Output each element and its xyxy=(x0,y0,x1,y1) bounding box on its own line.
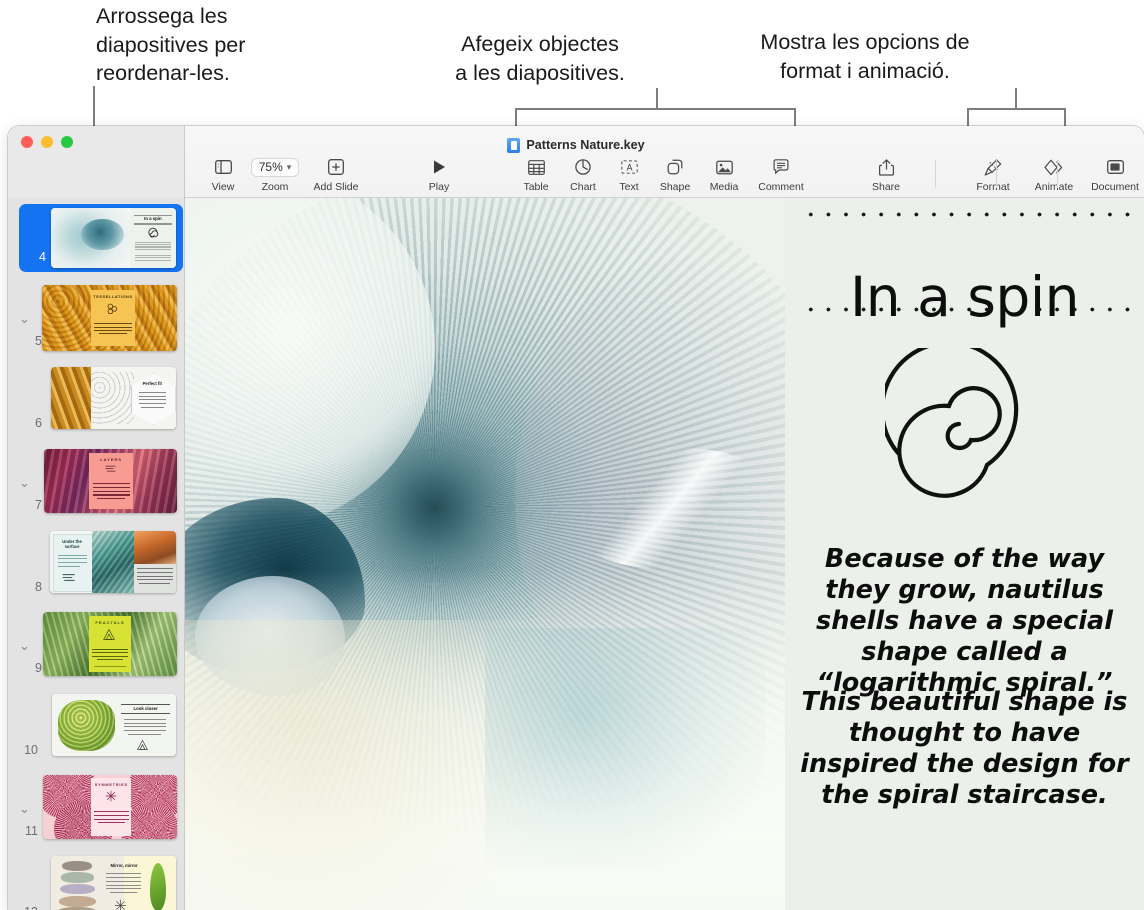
toolbar-animate-label: Animate xyxy=(1035,181,1074,193)
slide-paragraph-1[interactable]: Because of the way they grow, nautilus s… xyxy=(793,544,1136,700)
share-arrow-icon xyxy=(879,156,894,178)
slide-navigator[interactable]: 4 In a spin ⌄ 5 xyxy=(8,198,185,910)
toolbar-play-button[interactable]: Play xyxy=(410,156,468,193)
slide-thumbnail[interactable]: SYMMETRIES xyxy=(43,775,177,839)
play-triangle-icon xyxy=(432,156,447,178)
text-box-icon: A xyxy=(621,156,638,178)
zoom-value: 75% xyxy=(259,160,283,174)
toolbar-chart-label: Chart xyxy=(570,181,596,193)
chevron-down-icon[interactable]: ⌄ xyxy=(17,311,32,326)
toolbar-divider-1 xyxy=(935,160,936,188)
toolbar-divider-2 xyxy=(996,160,997,188)
toolbar-table-label: Table xyxy=(523,181,548,193)
slide-text-column: In a spin Because of the way they grow, … xyxy=(785,198,1144,910)
slide-number: 7 xyxy=(20,498,42,512)
table-grid-icon xyxy=(528,156,545,178)
slide-number: 12 xyxy=(16,905,38,910)
slide-number: 4 xyxy=(24,250,46,264)
callout-add-objects: Afegeix objectes a les diapositives. xyxy=(420,30,660,87)
toolbar-media-label: Media xyxy=(710,181,739,193)
window-toolbar: Patterns Nature.key View 75% ▾ Zoom xyxy=(8,126,1144,198)
list-item[interactable]: ⌄ 5 TESSELLATIONS xyxy=(8,278,185,360)
keynote-window: Patterns Nature.key View 75% ▾ Zoom xyxy=(8,126,1144,910)
slide-thumbnail[interactable]: LAYERS xyxy=(44,449,177,513)
slide-thumbnail[interactable]: In a spin xyxy=(51,208,176,268)
paintbrush-icon xyxy=(984,156,1002,178)
comment-bubble-icon xyxy=(773,156,789,178)
sidebar-panel-icon xyxy=(215,156,232,178)
callout-leader-2 xyxy=(656,88,658,110)
slide-thumbnail[interactable]: Mirror, mirror xyxy=(51,856,176,910)
slide-number: 9 xyxy=(20,661,42,675)
list-item[interactable]: 8 Under thesurface xyxy=(8,524,185,606)
plus-square-icon xyxy=(328,156,344,178)
slide-canvas[interactable]: In a spin Because of the way they grow, … xyxy=(185,198,1144,910)
animate-diamond-icon xyxy=(1044,156,1064,178)
list-item[interactable]: 4 In a spin xyxy=(8,198,185,278)
chevron-down-icon[interactable]: ⌄ xyxy=(17,801,32,816)
slide-number: 8 xyxy=(20,580,42,594)
toolbar-items: View 75% ▾ Zoom Add Slide xyxy=(185,156,1144,198)
toolbar-zoom-label: Zoom xyxy=(262,181,289,193)
shapes-icon xyxy=(667,156,684,178)
document-title: Patterns Nature.key xyxy=(526,138,644,152)
toolbar-view-button[interactable]: View xyxy=(194,156,252,193)
toolbar-comment-label: Comment xyxy=(758,181,804,193)
current-slide[interactable]: In a spin Because of the way they grow, … xyxy=(185,198,1144,910)
slide-thumbnail[interactable]: FRACTALS xyxy=(43,612,177,676)
document-panel-icon xyxy=(1107,156,1124,178)
keynote-document-icon xyxy=(507,138,520,153)
toolbar-format-button[interactable]: Format xyxy=(964,156,1022,193)
slide-thumbnail[interactable]: Perfect fit xyxy=(51,367,176,429)
toolbar-zoom-control[interactable]: 75% ▾ Zoom xyxy=(246,156,304,193)
list-item[interactable]: ⌄ 7 LAYERS xyxy=(8,442,185,524)
zoom-dropdown[interactable]: 75% ▾ xyxy=(251,158,300,177)
chevron-down-icon[interactable]: ⌄ xyxy=(17,475,32,490)
dotted-rule-bottom xyxy=(802,307,1142,312)
list-item[interactable]: 10 Look closer xyxy=(8,687,185,769)
toolbar-document-label: Document xyxy=(1091,181,1139,193)
toolbar-view-label: View xyxy=(212,181,235,193)
dotted-rule-top xyxy=(802,212,1142,217)
toolbar-add-slide-button[interactable]: Add Slide xyxy=(307,156,365,193)
list-item[interactable]: ⌄ 9 FRACTALS xyxy=(8,605,185,687)
chevron-down-icon: ▾ xyxy=(287,162,292,173)
callout-bracket-2 xyxy=(515,108,796,126)
toolbar-divider-3 xyxy=(1057,160,1058,188)
slide-thumbnail[interactable]: TESSELLATIONS xyxy=(42,285,177,351)
toolbar-share-button[interactable]: Share xyxy=(857,156,915,193)
toolbar-share-label: Share xyxy=(872,181,900,193)
photo-icon xyxy=(716,156,733,178)
slide-number: 10 xyxy=(16,743,38,757)
toolbar-media-button[interactable]: Media xyxy=(695,156,753,193)
slide-thumbnail[interactable]: Under thesurface xyxy=(50,531,176,593)
list-item[interactable]: ⌄ 11 SYMMETRIES xyxy=(8,768,185,850)
toolbar-text-label: Text xyxy=(619,181,638,193)
slide-paragraph-2[interactable]: This beautiful shape is thought to have … xyxy=(793,687,1136,811)
callout-leader-3 xyxy=(1015,88,1017,110)
slide-number: 5 xyxy=(20,334,42,348)
toolbar-play-label: Play xyxy=(429,181,449,193)
slide-number: 6 xyxy=(20,416,42,430)
slide-number: 11 xyxy=(16,824,38,838)
toolbar-shape-label: Shape xyxy=(660,181,690,193)
slide-thumbnail[interactable]: Look closer xyxy=(52,694,176,756)
callout-format-animate: Mostra les opcions de format i animació. xyxy=(718,28,1012,85)
toolbar-add-slide-label: Add Slide xyxy=(314,181,359,193)
list-item[interactable]: 12 Mirror, mirror xyxy=(8,849,185,910)
nautilus-shell-photo[interactable] xyxy=(185,198,785,910)
window-title-bar: Patterns Nature.key xyxy=(8,136,1144,154)
pie-chart-icon xyxy=(575,156,591,178)
slide-title[interactable]: In a spin xyxy=(785,265,1144,329)
spiral-icon[interactable] xyxy=(885,348,1045,498)
callout-bracket-3 xyxy=(967,108,1066,126)
toolbar-document-button[interactable]: Document xyxy=(1086,156,1144,193)
toolbar-animate-button[interactable]: Animate xyxy=(1025,156,1083,193)
callout-drag-slides: Arrossega les diapositives per reordenar… xyxy=(96,2,245,88)
list-item[interactable]: 6 Perfect fit xyxy=(8,360,185,442)
svg-text:A: A xyxy=(626,162,632,172)
chevron-down-icon[interactable]: ⌄ xyxy=(17,638,32,653)
toolbar-comment-button[interactable]: Comment xyxy=(752,156,810,193)
toolbar-format-label: Format xyxy=(976,181,1009,193)
